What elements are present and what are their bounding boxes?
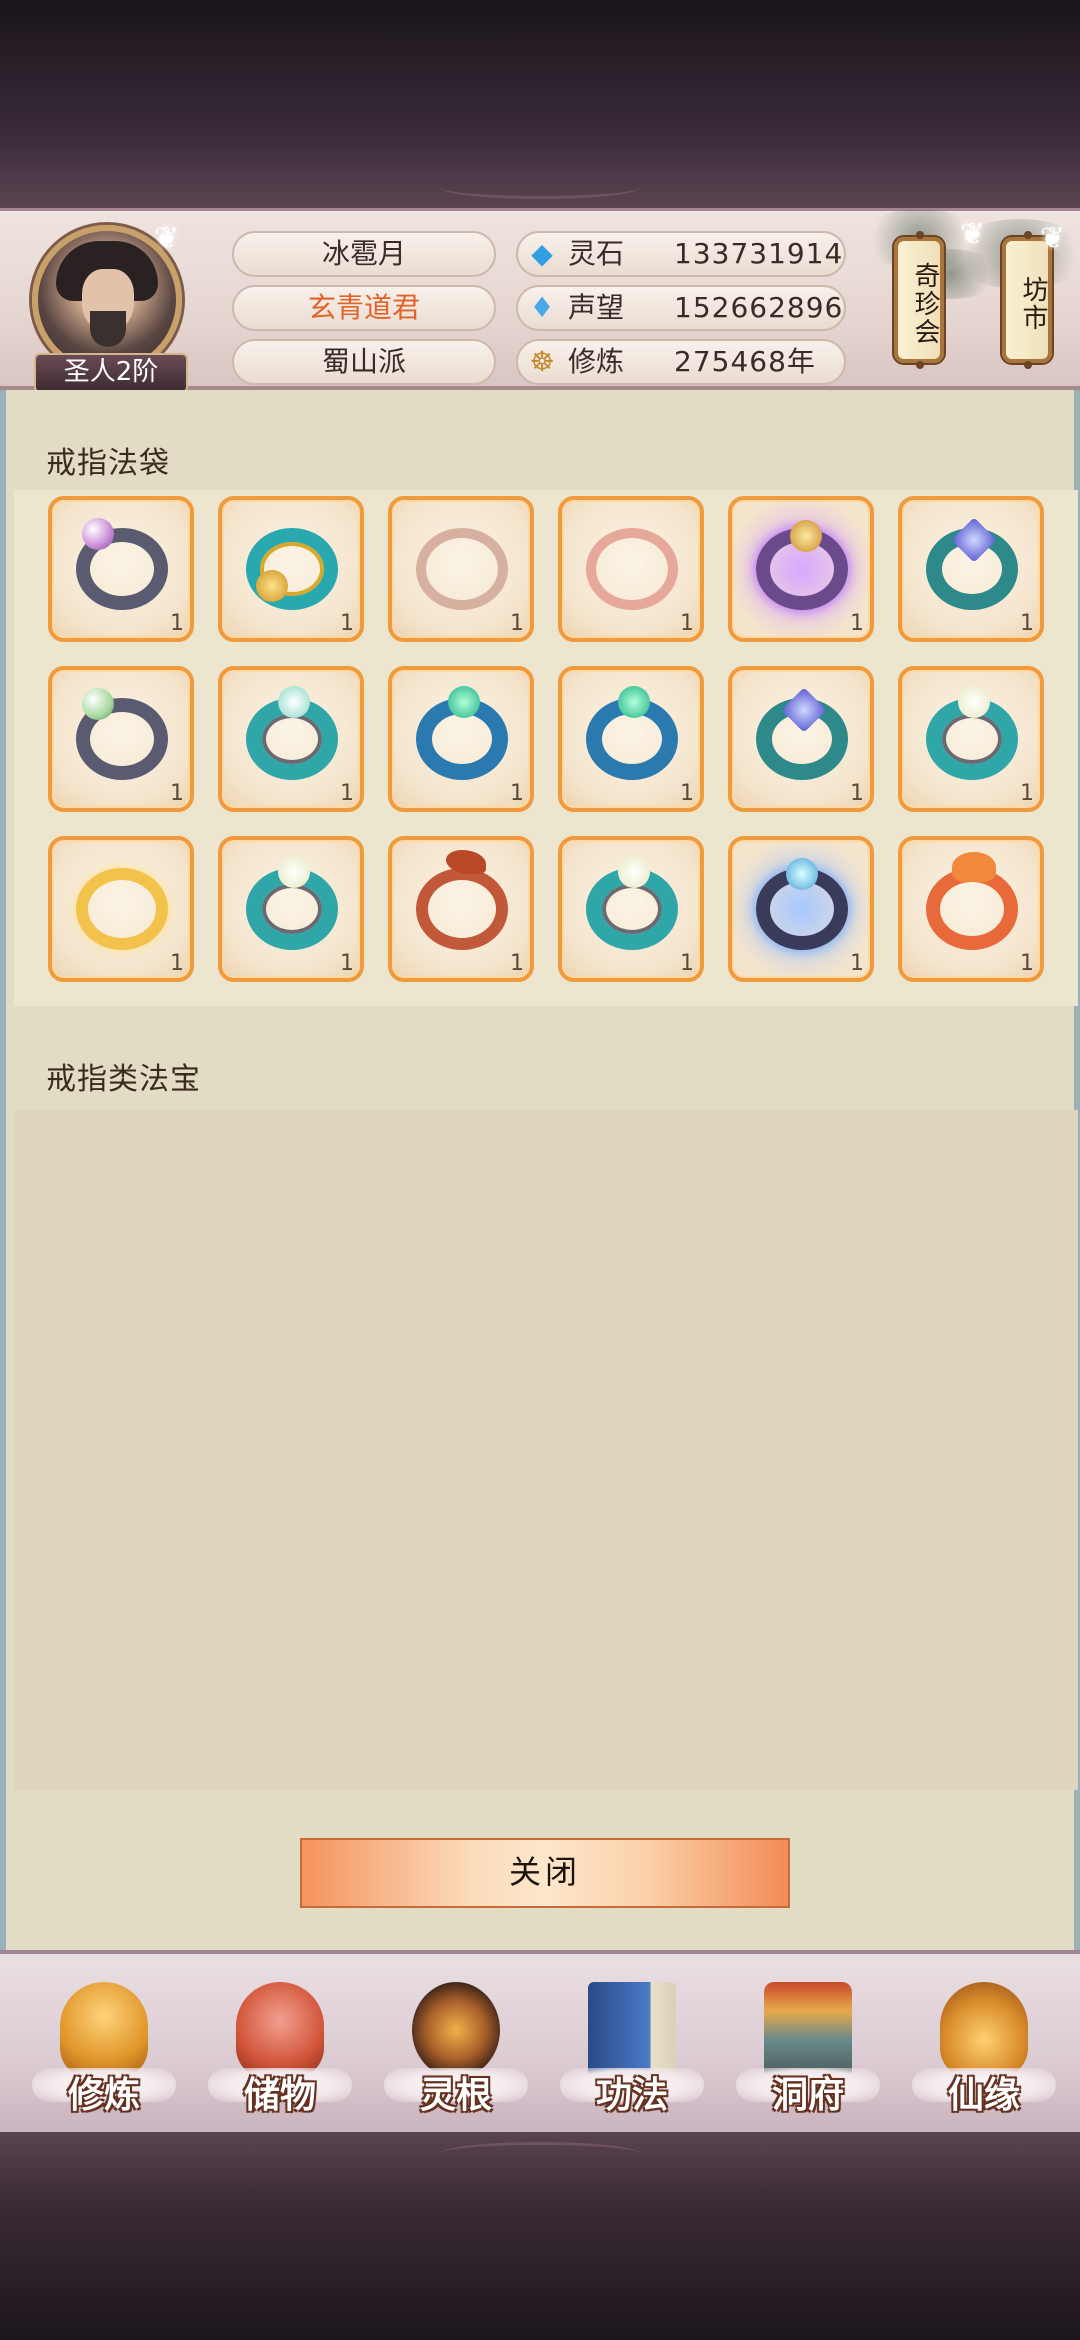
- nav-label: 修炼: [67, 2075, 140, 2116]
- item-count: 1: [510, 611, 524, 636]
- butterfly-icon: ❦: [960, 217, 986, 252]
- item-count: 1: [680, 611, 694, 636]
- item-count: 1: [850, 951, 864, 976]
- ring-treasure-list: [14, 1110, 1078, 1790]
- ring-slot[interactable]: 1: [728, 836, 874, 982]
- nav-label: 仙缘: [947, 2075, 1020, 2116]
- ring-slot[interactable]: 1: [558, 496, 704, 642]
- ring-slot[interactable]: 1: [558, 836, 704, 982]
- technique-book-icon: [588, 1982, 676, 2078]
- ring-slot[interactable]: 1: [558, 666, 704, 812]
- item-count: 1: [170, 611, 184, 636]
- spirit-root-icon: [412, 1982, 500, 2078]
- stat-prestige: ♦ 声望 152662896: [516, 285, 846, 331]
- ring-slot[interactable]: 1: [48, 836, 194, 982]
- stat-spirit-stones: ◆ 灵石 133731914: [516, 231, 846, 277]
- item-count: 1: [680, 951, 694, 976]
- ring-slot[interactable]: 1: [728, 666, 874, 812]
- stat-cultivation: ☸ 修炼 275468年: [516, 339, 846, 385]
- sect-name: 蜀山派: [232, 339, 496, 385]
- stat-value: 275468年: [674, 345, 816, 378]
- nav-cultivate[interactable]: 修炼: [24, 1974, 184, 2134]
- item-count: 1: [1020, 951, 1034, 976]
- nav-label: 功法: [595, 2075, 668, 2116]
- item-count: 1: [510, 781, 524, 806]
- item-count: 1: [340, 781, 354, 806]
- ring-treasure-title: 戒指类法宝: [46, 1062, 201, 1097]
- meditation-icon: ☸: [529, 345, 555, 378]
- ring-slot[interactable]: 1: [388, 666, 534, 812]
- stat-label: 声望: [568, 291, 625, 324]
- ring-bag-title: 戒指法袋: [46, 446, 170, 481]
- stat-value: 152662896: [674, 291, 844, 324]
- bottom-background: [0, 2132, 1080, 2340]
- item-count: 1: [850, 781, 864, 806]
- stat-label: 修炼: [568, 345, 625, 378]
- item-count: 1: [850, 611, 864, 636]
- nav-label: 灵根: [419, 2075, 492, 2116]
- player-avatar[interactable]: ❦ 圣人2阶: [26, 219, 194, 393]
- cultivate-icon: [60, 1982, 148, 2078]
- stat-label: 灵石: [568, 237, 625, 270]
- nav-storage[interactable]: 储物: [200, 1974, 360, 2134]
- butterfly-icon: ❦: [1040, 221, 1066, 256]
- ring-slot[interactable]: 1: [388, 836, 534, 982]
- ring-slot[interactable]: 1: [218, 666, 364, 812]
- server-name: 冰雹月: [232, 231, 496, 277]
- ring-slot[interactable]: 1: [898, 666, 1044, 812]
- nav-cave[interactable]: 洞府: [728, 1974, 888, 2134]
- item-count: 1: [510, 951, 524, 976]
- item-count: 1: [340, 951, 354, 976]
- rank-badge: 圣人2阶: [34, 353, 188, 393]
- stat-value: 133731914: [674, 237, 844, 270]
- player-header: ❦ 圣人2阶 冰雹月 玄青道君 蜀山派 ◆ 灵石 133731914 ♦ 声望 …: [0, 208, 1080, 393]
- item-count: 1: [680, 781, 694, 806]
- nav-label: 储物: [243, 2075, 316, 2116]
- treasure-auction-button[interactable]: 奇珍会: [894, 231, 944, 369]
- ring-slot[interactable]: 1: [728, 496, 874, 642]
- item-count: 1: [170, 781, 184, 806]
- prestige-crystal-icon: ♦: [529, 291, 555, 324]
- ring-slot[interactable]: 1: [388, 496, 534, 642]
- ring-slot[interactable]: 1: [48, 666, 194, 812]
- ring-slot[interactable]: 1: [218, 836, 364, 982]
- ring-slot[interactable]: 1: [48, 496, 194, 642]
- ring-grid: 1 1 1 1 1 1 1 1 1 1 1 1 1 1 1 1 1 1: [14, 490, 1078, 1006]
- butterfly-icon: ❦: [154, 221, 180, 256]
- storage-panel: 戒指法袋 1 1 1 1 1 1 1 1 1 1 1 1 1 1 1 1 1 1…: [0, 390, 1080, 1950]
- ring-slot[interactable]: 1: [898, 496, 1044, 642]
- nav-label: 洞府: [771, 2075, 844, 2116]
- player-name: 玄青道君: [232, 285, 496, 331]
- top-background: [0, 0, 1080, 208]
- cave-dwelling-icon: [764, 1982, 852, 2078]
- storage-bag-icon: [236, 1982, 324, 2078]
- item-count: 1: [1020, 611, 1034, 636]
- bottom-navigation: 修炼 储物 灵根 功法 洞府 仙缘: [0, 1950, 1080, 2132]
- ring-slot[interactable]: 1: [898, 836, 1044, 982]
- nav-technique[interactable]: 功法: [552, 1974, 712, 2134]
- item-count: 1: [170, 951, 184, 976]
- spirit-stone-icon: ◆: [531, 237, 553, 270]
- nav-immortal-fate[interactable]: 仙缘: [904, 1974, 1064, 2134]
- item-count: 1: [1020, 781, 1034, 806]
- item-count: 1: [340, 611, 354, 636]
- immortal-fate-icon: [940, 1982, 1028, 2078]
- nav-spirit-root[interactable]: 灵根: [376, 1974, 536, 2134]
- ring-slot[interactable]: 1: [218, 496, 364, 642]
- close-button[interactable]: 关闭: [300, 1838, 790, 1908]
